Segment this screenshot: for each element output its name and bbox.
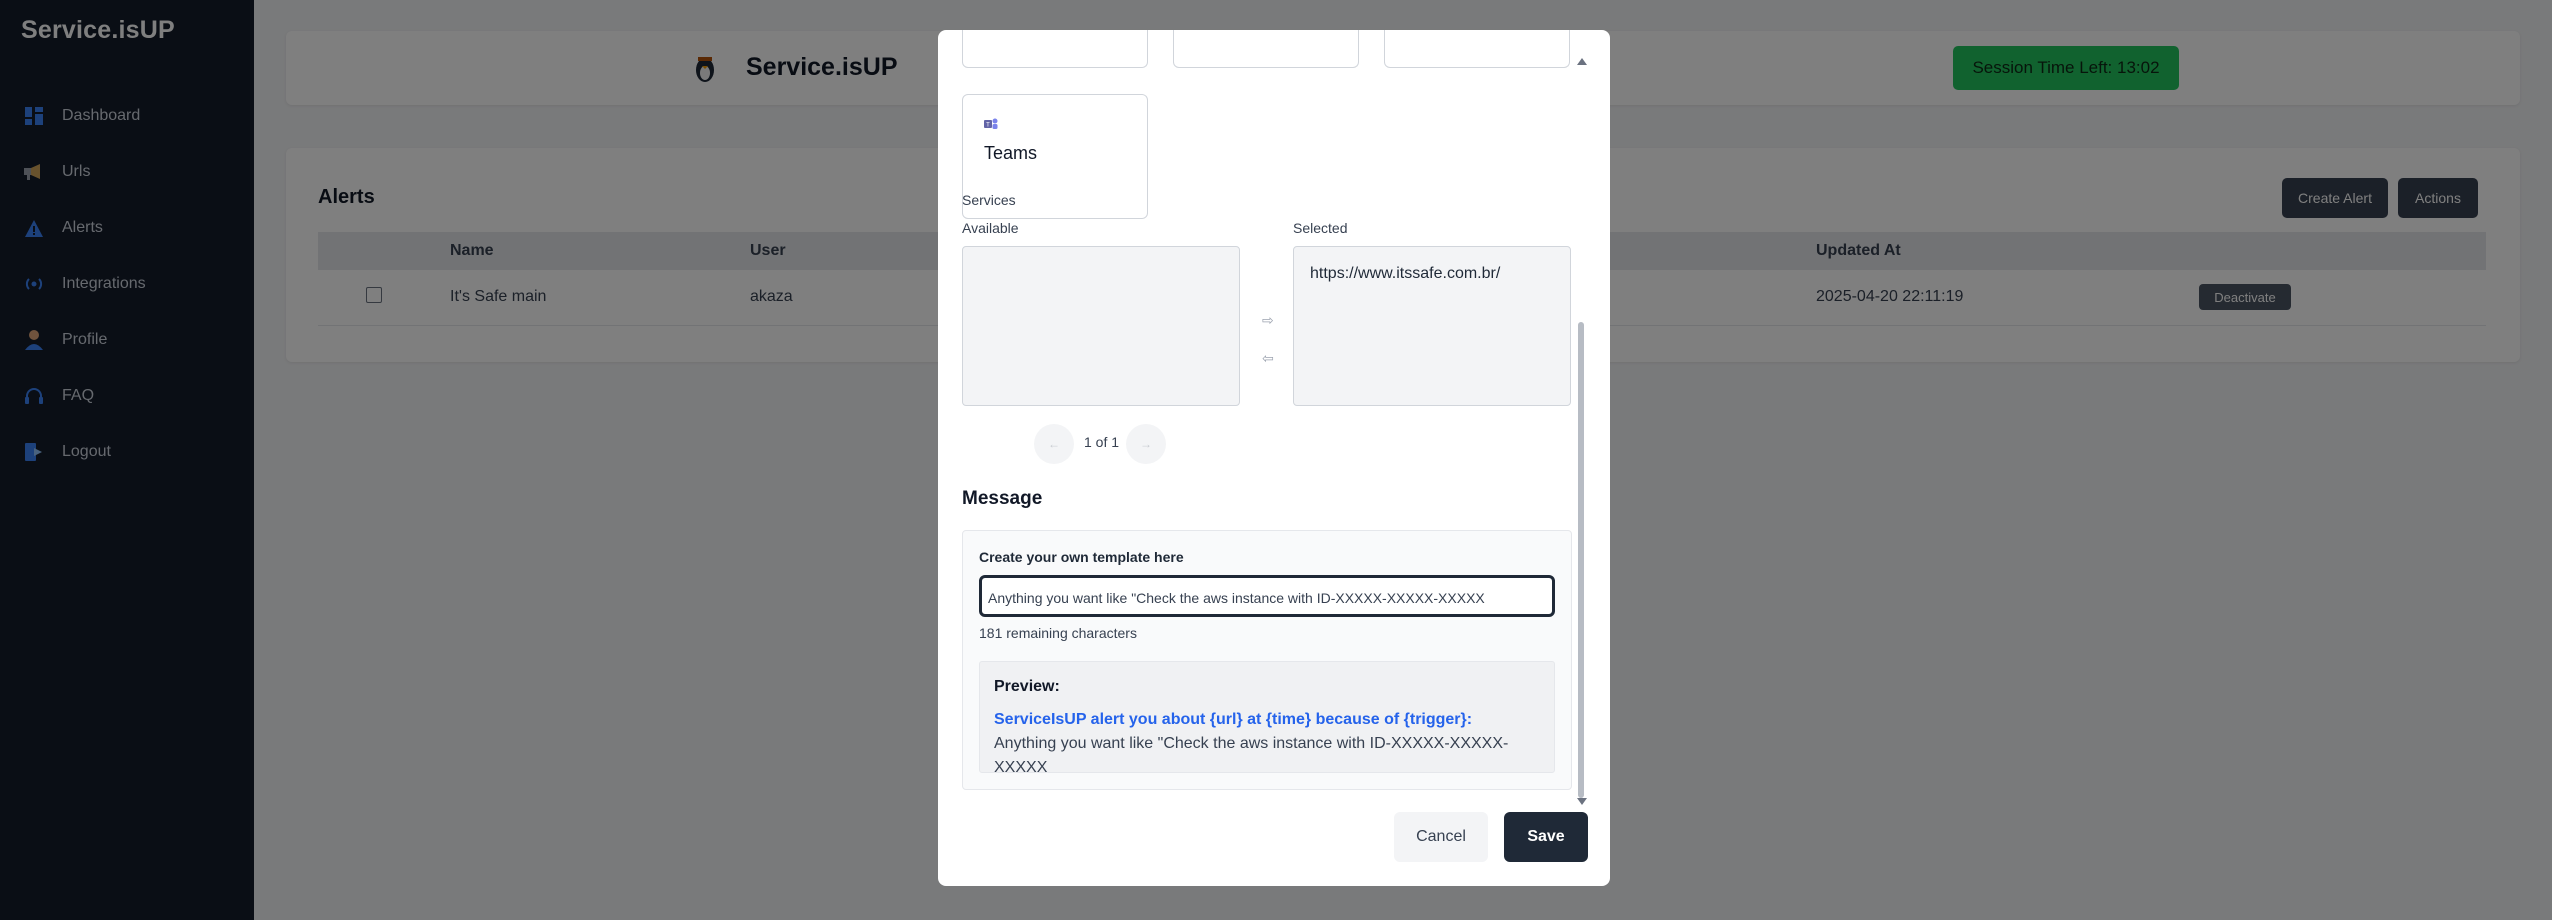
selected-services-list[interactable]: https://www.itssafe.com.br/ (1293, 246, 1571, 406)
template-input[interactable] (979, 575, 1555, 617)
message-title: Message (962, 488, 1043, 509)
svg-text:T: T (986, 123, 990, 129)
pagination-text: 1 of 1 (1084, 434, 1120, 450)
save-button[interactable]: Save (1504, 812, 1588, 862)
scroll-up-arrow-icon[interactable] (1577, 58, 1587, 65)
list-item[interactable]: https://www.itssafe.com.br/ (1310, 265, 1500, 283)
cancel-button[interactable]: Cancel (1394, 812, 1488, 862)
move-left-button[interactable]: ⇦ (1262, 350, 1274, 367)
preview-title: Preview: (994, 678, 1060, 695)
teams-icon: T (984, 117, 998, 131)
available-services-list[interactable] (962, 246, 1240, 406)
edit-alert-modal: T Teams Services Available Selected http… (938, 30, 1610, 886)
integration-option-card[interactable] (962, 30, 1148, 68)
services-label: Services (962, 192, 1016, 208)
selected-label: Selected (1293, 220, 1348, 236)
integration-option-card[interactable] (1173, 30, 1359, 68)
preview-text: ServiceIsUP alert you about {url} at {ti… (994, 708, 1544, 780)
scroll-down-arrow-icon[interactable] (1577, 798, 1587, 805)
template-label: Create your own template here (979, 549, 1184, 565)
next-page-button[interactable]: → (1126, 424, 1166, 464)
move-right-button[interactable]: ⇨ (1262, 312, 1274, 329)
available-label: Available (962, 220, 1019, 236)
prev-page-button[interactable]: ← (1034, 424, 1074, 464)
preview-body: Anything you want like "Check the aws in… (994, 735, 1509, 776)
preview-prefix: ServiceIsUP alert you about {url} at {ti… (994, 711, 1473, 728)
remaining-characters: 181 remaining characters (979, 625, 1137, 641)
modal-scroll-area: T Teams Services Available Selected http… (938, 30, 1610, 800)
integration-option-label: Teams (984, 143, 1038, 163)
preview-box: Preview: ServiceIsUP alert you about {ur… (979, 661, 1555, 776)
scrollbar-thumb[interactable] (1578, 322, 1584, 798)
integration-option-card[interactable] (1384, 30, 1570, 68)
message-section: Create your own template here 181 remain… (962, 530, 1572, 790)
modal-scrollbar[interactable] (1574, 54, 1588, 814)
